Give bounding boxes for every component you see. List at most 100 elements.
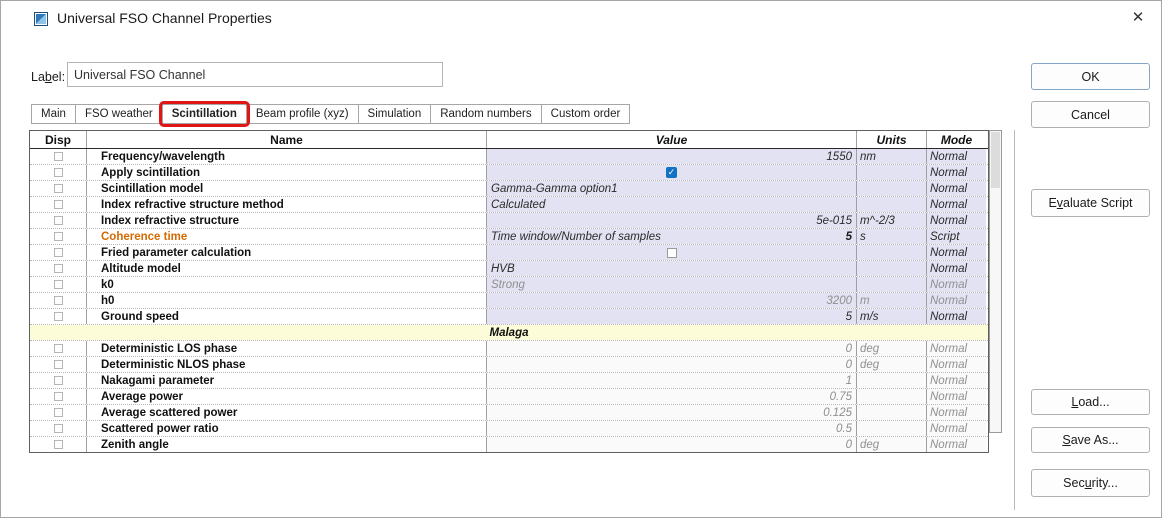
ok-button[interactable]: OK xyxy=(1031,63,1150,90)
param-mode[interactable]: Normal xyxy=(927,213,986,228)
param-value[interactable]: Calculated xyxy=(487,197,857,212)
param-value[interactable]: Strong xyxy=(487,277,857,292)
disp-checkbox[interactable] xyxy=(54,152,63,161)
param-name: Apply scintillation xyxy=(87,165,487,180)
param-units[interactable] xyxy=(857,389,927,404)
param-mode[interactable]: Normal xyxy=(927,293,986,308)
disp-checkbox[interactable] xyxy=(54,168,63,177)
param-value[interactable]: 5 xyxy=(487,309,857,324)
column-header-value: Value xyxy=(487,131,857,148)
param-units[interactable] xyxy=(857,165,927,180)
param-mode[interactable]: Normal xyxy=(927,245,986,260)
param-mode[interactable]: Normal xyxy=(927,309,986,324)
disp-checkbox[interactable] xyxy=(54,184,63,193)
param-mode[interactable]: Normal xyxy=(927,197,986,212)
param-mode[interactable]: Normal xyxy=(927,357,986,372)
param-units[interactable] xyxy=(857,421,927,436)
param-value[interactable]: 0 xyxy=(487,437,857,452)
param-units[interactable] xyxy=(857,405,927,420)
load-button[interactable]: Load... xyxy=(1031,389,1150,415)
param-value[interactable]: 1550 xyxy=(487,149,857,164)
value-checkbox-unchecked[interactable] xyxy=(667,248,677,258)
value-spinner[interactable]: 5 xyxy=(846,230,852,244)
param-value[interactable]: 0.5 xyxy=(487,421,857,436)
scrollbar-thumb[interactable] xyxy=(991,132,1000,188)
tab-fso-weather[interactable]: FSO weather xyxy=(75,104,163,124)
param-units[interactable]: nm xyxy=(857,149,927,164)
param-units[interactable] xyxy=(857,245,927,260)
param-units[interactable]: deg xyxy=(857,341,927,356)
disp-checkbox[interactable] xyxy=(54,200,63,209)
save-as-button[interactable]: Save As... xyxy=(1031,427,1150,453)
tab-main[interactable]: Main xyxy=(31,104,76,124)
param-value[interactable]: 0.125 xyxy=(487,405,857,420)
security-button[interactable]: Security... xyxy=(1031,469,1150,497)
param-mode[interactable]: Normal xyxy=(927,181,986,196)
tab-simulation[interactable]: Simulation xyxy=(358,104,432,124)
tab-random-numbers[interactable]: Random numbers xyxy=(430,104,541,124)
param-value[interactable]: HVB xyxy=(487,261,857,276)
param-name: Deterministic LOS phase xyxy=(87,341,487,356)
param-units[interactable] xyxy=(857,277,927,292)
tab-strip: MainFSO weatherScintillationBeam profile… xyxy=(31,104,629,124)
param-value[interactable]: 0 xyxy=(487,357,857,372)
param-units[interactable]: deg xyxy=(857,357,927,372)
label-input[interactable] xyxy=(67,62,443,87)
disp-checkbox[interactable] xyxy=(54,424,63,433)
evaluate-script-button[interactable]: Evaluate Script xyxy=(1031,189,1150,217)
disp-checkbox[interactable] xyxy=(54,440,63,449)
param-row: Scattered power ratio0.5Normal xyxy=(30,421,988,437)
param-value[interactable]: Time window/Number of samples5 xyxy=(487,229,857,244)
tab-beam-profile-xyz-[interactable]: Beam profile (xyz) xyxy=(246,104,359,124)
param-mode[interactable]: Normal xyxy=(927,149,986,164)
param-units[interactable]: m/s xyxy=(857,309,927,324)
tab-custom-order[interactable]: Custom order xyxy=(541,104,631,124)
param-value[interactable]: Gamma-Gamma option1 xyxy=(487,181,857,196)
param-units[interactable] xyxy=(857,373,927,388)
param-value[interactable]: 0 xyxy=(487,341,857,356)
param-units[interactable]: deg xyxy=(857,437,927,452)
param-units[interactable]: m^-2/3 xyxy=(857,213,927,228)
param-mode[interactable]: Normal xyxy=(927,373,986,388)
param-mode[interactable]: Normal xyxy=(927,437,986,452)
disp-checkbox[interactable] xyxy=(54,232,63,241)
param-mode[interactable]: Normal xyxy=(927,165,986,180)
disp-checkbox[interactable] xyxy=(54,360,63,369)
param-mode[interactable]: Normal xyxy=(927,421,986,436)
param-units[interactable] xyxy=(857,181,927,196)
param-mode[interactable]: Normal xyxy=(927,405,986,420)
disp-checkbox[interactable] xyxy=(54,408,63,417)
param-value[interactable]: ✓ xyxy=(487,165,857,180)
param-units[interactable]: s xyxy=(857,229,927,244)
column-header-units: Units xyxy=(857,131,927,148)
param-value[interactable]: 1 xyxy=(487,373,857,388)
param-units[interactable] xyxy=(857,261,927,276)
param-mode[interactable]: Script xyxy=(927,229,986,244)
param-units[interactable]: m xyxy=(857,293,927,308)
cancel-button[interactable]: Cancel xyxy=(1031,101,1150,128)
param-mode[interactable]: Normal xyxy=(927,261,986,276)
param-mode[interactable]: Normal xyxy=(927,341,986,356)
table-scrollbar[interactable] xyxy=(989,130,1002,433)
disp-checkbox[interactable] xyxy=(54,376,63,385)
param-mode[interactable]: Normal xyxy=(927,389,986,404)
disp-checkbox[interactable] xyxy=(54,216,63,225)
param-units[interactable] xyxy=(857,197,927,212)
disp-checkbox[interactable] xyxy=(54,392,63,401)
param-value[interactable]: 0.75 xyxy=(487,389,857,404)
param-value[interactable]: 3200 xyxy=(487,293,857,308)
disp-checkbox[interactable] xyxy=(54,264,63,273)
column-header-mode: Mode xyxy=(927,131,986,148)
param-value[interactable] xyxy=(487,245,857,260)
tab-scintillation[interactable]: Scintillation xyxy=(162,104,247,124)
disp-checkbox[interactable] xyxy=(54,248,63,257)
disp-checkbox[interactable] xyxy=(54,296,63,305)
close-icon[interactable]: ✕ xyxy=(1127,8,1149,28)
disp-checkbox[interactable] xyxy=(54,280,63,289)
param-mode[interactable]: Normal xyxy=(927,277,986,292)
disp-checkbox[interactable] xyxy=(54,312,63,321)
param-value[interactable]: 5e-015 xyxy=(487,213,857,228)
value-checkbox-checked[interactable]: ✓ xyxy=(666,167,677,178)
disp-checkbox[interactable] xyxy=(54,344,63,353)
param-disp-cell xyxy=(30,309,87,324)
